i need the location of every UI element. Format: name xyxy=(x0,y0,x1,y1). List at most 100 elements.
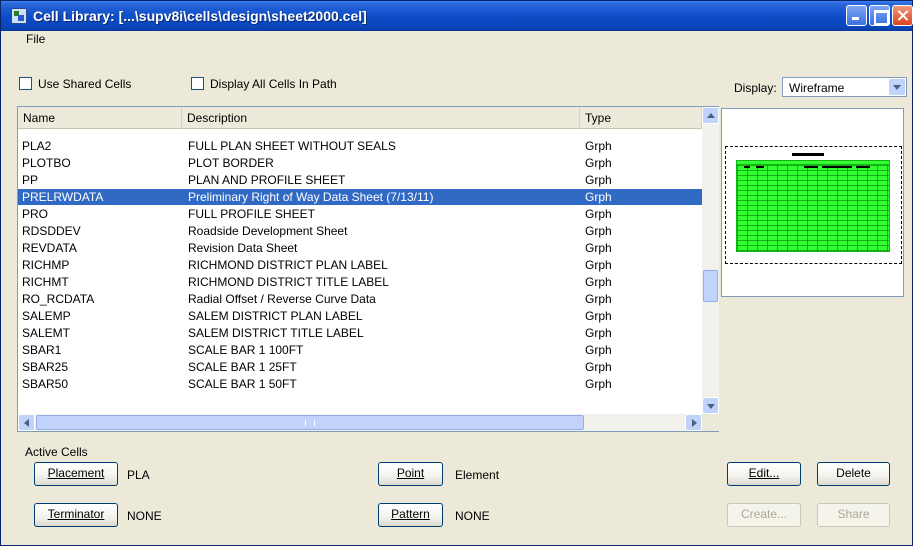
table-row[interactable]: SALEMP SALEM DISTRICT PLAN LABEL Grph xyxy=(18,308,702,324)
share-button[interactable]: Share xyxy=(817,503,890,527)
cell-type: Grph xyxy=(585,309,612,323)
vertical-scrollbar[interactable] xyxy=(702,107,719,414)
cell-type: Grph xyxy=(585,275,612,289)
table-row[interactable]: SBAR1 SCALE BAR 1 100FT Grph xyxy=(18,342,702,358)
preview-data-table xyxy=(736,164,890,252)
cell-type: Grph xyxy=(585,326,612,340)
cell-type: Grph xyxy=(585,224,612,238)
pattern-button-label: Pattern xyxy=(391,507,430,521)
cell-name: RICHMT xyxy=(22,275,69,289)
scroll-left-icon[interactable] xyxy=(18,414,35,431)
table-row[interactable]: PP PLAN AND PROFILE SHEET Grph xyxy=(18,172,702,188)
display-mode-select[interactable]: Wireframe xyxy=(782,77,907,97)
cell-description: PLOT BORDER xyxy=(188,156,274,170)
delete-button-label: Delete xyxy=(836,466,871,480)
title-bar[interactable]: Cell Library: [...\supv8i\cells\design\s… xyxy=(1,1,913,31)
cell-type: Grph xyxy=(585,292,612,306)
display-label: Display: xyxy=(734,81,777,95)
cell-type: Grph xyxy=(585,343,612,357)
cell-description: SCALE BAR 1 25FT xyxy=(188,360,297,374)
cell-description: FULL PROFILE SHEET xyxy=(188,207,315,221)
cell-name: SBAR25 xyxy=(22,360,69,374)
scroll-grip-icon xyxy=(305,420,315,426)
cell-name: SALEMT xyxy=(22,326,71,340)
cell-description: RICHMOND DISTRICT TITLE LABEL xyxy=(188,275,389,289)
table-row[interactable]: RO_RCDATA Radial Offset / Reverse Curve … xyxy=(18,291,702,307)
display-all-cells-label: Display All Cells In Path xyxy=(210,77,337,91)
column-header-name[interactable]: Name xyxy=(18,107,182,129)
table-row[interactable]: RDSDDEV Roadside Development Sheet Grph xyxy=(18,223,702,239)
terminator-button[interactable]: Terminator xyxy=(34,503,118,527)
close-button[interactable] xyxy=(892,5,913,26)
placement-button-label: Placement xyxy=(47,466,105,480)
create-button-label: Create... xyxy=(740,507,788,521)
cell-list[interactable]: Name Description Type PLA2 FULL PLAN SHE… xyxy=(17,106,719,432)
cell-name: PRELRWDATA xyxy=(22,190,104,204)
table-row[interactable]: SBAR25 SCALE BAR 1 25FT Grph xyxy=(18,359,702,375)
cell-name: RICHMP xyxy=(22,258,70,272)
column-header-description[interactable]: Description xyxy=(182,107,580,129)
cell-description: Preliminary Right of Way Data Sheet (7/1… xyxy=(188,190,434,204)
cell-name: PRO xyxy=(22,207,49,221)
cell-name: PLOTBO xyxy=(22,156,71,170)
table-row[interactable]: RICHMT RICHMOND DISTRICT TITLE LABEL Grp… xyxy=(18,274,702,290)
point-button[interactable]: Point xyxy=(378,462,443,486)
table-row[interactable]: PRO FULL PROFILE SHEET Grph xyxy=(18,206,702,222)
pattern-value: NONE xyxy=(455,509,490,523)
cell-list-rows: PLA2 FULL PLAN SHEET WITHOUT SEALS Grph … xyxy=(18,138,702,408)
preview-sheet-title xyxy=(792,153,824,156)
create-button[interactable]: Create... xyxy=(727,503,801,527)
cell-type: Grph xyxy=(585,173,612,187)
cell-type: Grph xyxy=(585,360,612,374)
table-row[interactable]: SBAR50 SCALE BAR 1 50FT Grph xyxy=(18,376,702,392)
table-row[interactable]: PLOTBO PLOT BORDER Grph xyxy=(18,155,702,171)
display-all-cells-checkbox[interactable] xyxy=(191,77,204,90)
table-row-selected[interactable]: PRELRWDATA Preliminary Right of Way Data… xyxy=(18,189,702,205)
horizontal-scrollbar[interactable] xyxy=(18,414,702,431)
use-shared-cells-checkbox[interactable] xyxy=(19,77,32,90)
cell-type: Grph xyxy=(585,377,612,391)
delete-button[interactable]: Delete xyxy=(817,462,890,486)
cell-type: Grph xyxy=(585,156,612,170)
cell-name: REVDATA xyxy=(22,241,77,255)
vertical-scroll-thumb[interactable] xyxy=(703,270,718,302)
cell-type: Grph xyxy=(585,241,612,255)
scroll-down-icon[interactable] xyxy=(702,397,719,414)
table-row[interactable]: PLA2 FULL PLAN SHEET WITHOUT SEALS Grph xyxy=(18,138,702,154)
pattern-button[interactable]: Pattern xyxy=(378,503,443,527)
terminator-button-label: Terminator xyxy=(47,507,105,521)
cell-type: Grph xyxy=(585,139,612,153)
cell-description: Radial Offset / Reverse Curve Data xyxy=(188,292,376,306)
cell-description: FULL PLAN SHEET WITHOUT SEALS xyxy=(188,139,396,153)
cell-name: RDSDDEV xyxy=(22,224,81,238)
table-row[interactable]: SALEMT SALEM DISTRICT TITLE LABEL Grph xyxy=(18,325,702,341)
edit-button[interactable]: Edit... xyxy=(727,462,801,486)
placement-value: PLA xyxy=(127,468,150,482)
window-title: Cell Library: [...\supv8i\cells\design\s… xyxy=(33,8,367,24)
cell-name: RO_RCDATA xyxy=(22,292,95,306)
scroll-right-icon[interactable] xyxy=(685,414,702,431)
cell-name: PLA2 xyxy=(22,139,52,153)
scrollbar-corner xyxy=(702,414,719,431)
column-header-type[interactable]: Type xyxy=(580,107,702,129)
active-cells-label: Active Cells xyxy=(25,445,88,459)
use-shared-cells-option[interactable]: Use Shared Cells xyxy=(19,77,131,91)
maximize-button[interactable] xyxy=(869,5,890,26)
cell-name: SBAR50 xyxy=(22,377,69,391)
menu-file[interactable]: File xyxy=(26,32,45,46)
table-row[interactable]: REVDATA Revision Data Sheet Grph xyxy=(18,240,702,256)
cell-list-header: Name Description Type xyxy=(18,107,702,129)
cell-description: SCALE BAR 1 100FT xyxy=(188,343,304,357)
placement-button[interactable]: Placement xyxy=(34,462,118,486)
cell-type: Grph xyxy=(585,190,612,204)
point-value: Element xyxy=(455,468,500,482)
scroll-up-icon[interactable] xyxy=(702,107,719,124)
chevron-down-icon[interactable] xyxy=(889,79,905,95)
cell-description: Revision Data Sheet xyxy=(188,241,298,255)
display-all-cells-option[interactable]: Display All Cells In Path xyxy=(191,77,337,91)
horizontal-scroll-thumb[interactable] xyxy=(36,415,584,430)
table-row[interactable]: RICHMP RICHMOND DISTRICT PLAN LABEL Grph xyxy=(18,257,702,273)
minimize-button[interactable] xyxy=(846,5,867,26)
cell-name: PP xyxy=(22,173,39,187)
cell-name: SALEMP xyxy=(22,309,71,323)
